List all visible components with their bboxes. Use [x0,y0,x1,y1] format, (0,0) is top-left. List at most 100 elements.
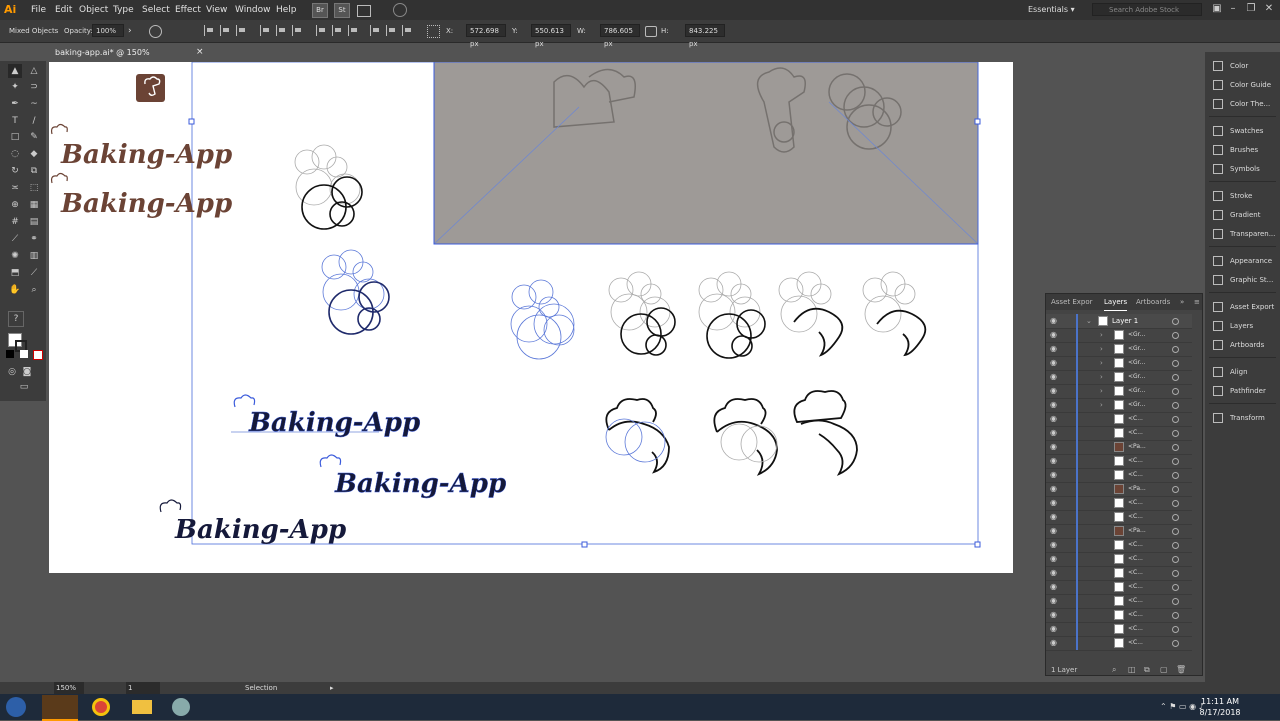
constrain-proportions-icon[interactable] [645,26,657,37]
stock-button[interactable]: St [334,3,350,18]
selection-handle[interactable] [974,118,981,125]
expand-arrow-icon[interactable]: › [1100,384,1103,398]
expand-arrow-icon[interactable]: › [1100,356,1103,370]
recolor-artwork-icon[interactable] [149,25,162,38]
dock-color-guide[interactable]: Color Guide [1205,77,1280,93]
file-explorer-taskbar-icon[interactable] [132,700,152,714]
layer-row[interactable]: ◉ <C... [1046,454,1192,469]
rotate-tool-icon[interactable]: ↻ [8,164,22,178]
tab-asset-export[interactable]: Asset Expor [1051,294,1093,310]
layer-row[interactable]: ◉ <C... [1046,566,1192,581]
distribute-top-icon[interactable] [316,25,327,36]
target-icon[interactable] [1172,626,1179,633]
app-taskbar-icon[interactable] [172,698,190,716]
chrome-taskbar-icon[interactable] [92,698,110,716]
artboard[interactable]: Baking-App Baking-App Baking-App Baking-… [49,62,1013,573]
gpu-performance-icon[interactable] [393,3,407,17]
color-mode-icon[interactable] [6,350,14,358]
target-icon[interactable] [1172,500,1179,507]
layer-row[interactable]: ◉ <C... [1046,608,1192,623]
expand-arrow-icon[interactable]: › [1100,370,1103,384]
chef-hat-outline-1[interactable] [605,398,670,474]
layer-row[interactable]: ◉ <C... [1046,594,1192,609]
menu-effect[interactable]: Effect [175,0,201,20]
dock-transparency[interactable]: Transparen... [1205,226,1280,242]
illustrator-taskbar-icon[interactable] [42,695,78,721]
selection-handle[interactable] [974,541,981,548]
layer-row[interactable]: ◉ <C... [1046,622,1192,637]
menu-window[interactable]: Window [235,0,271,20]
zoom-tool-icon[interactable]: ⌕ [27,283,41,297]
target-icon[interactable] [1172,556,1179,563]
selection-tool-icon[interactable]: ▲ [8,64,22,78]
stock-search-input[interactable]: Search Adobe Stock [1092,3,1202,16]
start-button-icon[interactable] [6,697,26,717]
clock[interactable]: 11:11 AM 8/17/2018 [1198,696,1242,718]
layer-row[interactable]: ◉ › <Gr... [1046,328,1192,343]
magic-wand-tool-icon[interactable]: ✦ [8,80,22,94]
line-tool-icon[interactable]: / [27,114,41,128]
align-middle-icon[interactable] [276,25,287,36]
artboard-number[interactable]: 1 [126,682,161,694]
symbol-sprayer-tool-icon[interactable]: ✺ [8,249,22,263]
scale-tool-icon[interactable]: ⧉ [27,164,41,178]
logo-navy-3[interactable]: Baking-App [159,499,346,545]
dock-swatches[interactable]: Swatches [1205,123,1280,139]
restore-button[interactable]: ❐ [1244,2,1258,16]
menu-edit[interactable]: Edit [55,0,72,20]
menu-view[interactable]: View [206,0,227,20]
document-tab[interactable]: baking-app.ai* @ 150% (RGB/Preview) × [48,44,208,74]
selection-handle[interactable] [188,118,195,125]
visibility-eye-icon[interactable]: ◉ [1050,415,1059,423]
visibility-eye-icon[interactable]: ◉ [1050,583,1059,591]
lasso-tool-icon[interactable]: ⊃ [27,80,41,94]
visibility-eye-icon[interactable]: ◉ [1050,471,1059,479]
visibility-eye-icon[interactable]: ◉ [1050,499,1059,507]
target-icon[interactable] [1172,514,1179,521]
new-layer-icon[interactable]: ▢ [1160,665,1168,674]
paintbrush-tool-icon[interactable]: ✎ [27,130,41,144]
chef-hat-construction-3[interactable] [608,271,676,356]
target-icon[interactable] [1172,542,1179,549]
panel-menu-icon[interactable]: ≡ [1194,294,1200,310]
type-tool-icon[interactable]: T [8,114,22,128]
visibility-eye-icon[interactable]: ◉ [1050,513,1059,521]
dock-pathfinder[interactable]: Pathfinder [1205,383,1280,399]
perspective-grid-tool-icon[interactable]: ▦ [27,198,41,212]
visibility-eye-icon[interactable]: ◉ [1050,429,1059,437]
panel-arrange-icon[interactable]: ▣ [1210,2,1224,16]
delete-layer-icon[interactable]: 🗑 [1176,665,1186,674]
gradient-tool-icon[interactable]: ▤ [27,215,41,229]
target-icon[interactable] [1172,318,1179,325]
layer-row[interactable]: ◉ <Pa... [1046,440,1192,455]
logo-brown-1[interactable]: Baking-App [50,123,233,171]
shape-builder-tool-icon[interactable]: ⊕ [8,198,22,212]
free-transform-tool-icon[interactable]: ⬚ [27,181,41,195]
dock-brushes[interactable]: Brushes [1205,142,1280,158]
tab-layers[interactable]: Layers [1104,294,1128,311]
target-icon[interactable] [1172,458,1179,465]
screen-mode-icon[interactable]: ▭ [17,380,31,394]
align-left-icon[interactable] [204,25,215,36]
close-button[interactable]: ✕ [1262,2,1276,16]
rectangle-tool-icon[interactable]: □ [8,130,22,144]
zoom-level[interactable]: 150% [54,682,85,694]
locate-object-icon[interactable]: ⌕ [1112,665,1116,675]
layer-row[interactable]: ◉ › <Gr... [1046,342,1192,357]
slice-tool-icon[interactable]: ⟋ [27,266,41,280]
opacity-expand-icon[interactable]: › [128,20,132,42]
new-sublayer-icon[interactable]: ⧉ [1144,665,1150,675]
align-bottom-icon[interactable] [292,25,303,36]
mesh-tool-icon[interactable]: # [8,215,22,229]
bridge-button[interactable]: Br [312,3,328,18]
distribute-hcenter-icon[interactable] [386,25,397,36]
menu-type[interactable]: Type [113,0,134,20]
target-icon[interactable] [1172,570,1179,577]
app-icon-tile[interactable] [136,74,165,102]
layer-row[interactable]: ◉ <Pa... [1046,524,1192,539]
eyedropper-tool-icon[interactable]: ⟋ [8,232,22,246]
dock-color-themes[interactable]: Color The... [1205,96,1280,112]
hand-tool-icon[interactable]: ✋ [8,283,22,297]
menu-object[interactable]: Object [79,0,108,20]
visibility-eye-icon[interactable]: ◉ [1050,345,1059,353]
